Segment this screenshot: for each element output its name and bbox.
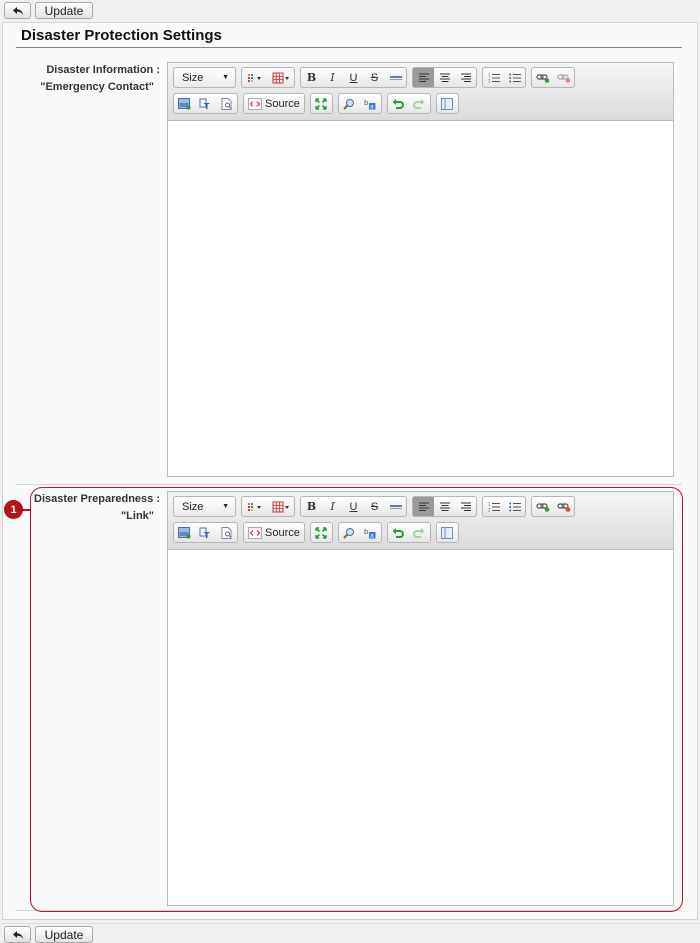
replace-icon[interactable]: ba [360,94,381,113]
editor-content-area[interactable] [168,121,673,476]
bold-icon[interactable]: B [301,68,322,87]
paste-text-icon[interactable]: T [195,94,216,113]
link-icon[interactable] [532,68,553,87]
align-center-icon[interactable] [434,68,455,87]
align-left-icon[interactable] [413,68,434,87]
svg-text:2: 2 [488,78,491,83]
svg-text:1: 1 [488,73,491,78]
svg-text:b: b [364,99,369,107]
table-icon[interactable] [268,68,294,87]
underline-icon[interactable]: U [343,68,364,87]
svg-text:T: T [204,102,210,110]
numbered-list-icon[interactable]: 12 [483,68,504,87]
editor-toolbar: Size ▼ B I U S 12 T Source b a [168,63,673,121]
italic-icon[interactable]: I [322,68,343,87]
svg-text:a: a [370,103,374,110]
back-arrow-icon [12,930,23,939]
back-arrow-icon [12,6,23,15]
top-action-bar: Update [0,0,700,20]
redo-icon[interactable] [409,94,430,113]
horizontal-rule-icon[interactable] [385,68,406,87]
maximize-icon[interactable] [311,94,332,113]
unlink-icon[interactable] [553,68,574,87]
update-button[interactable]: Update [35,926,93,943]
back-button[interactable] [4,926,31,943]
find-icon[interactable] [339,94,360,113]
editor-emergency-contact: Size ▼ B I U S 12 T Source b a [167,62,674,477]
back-button[interactable] [4,2,31,19]
source-icon [248,97,262,110]
font-size-dropdown[interactable]: Size ▼ [173,67,236,88]
preview-icon[interactable] [216,94,237,113]
source-button[interactable]: Source [244,94,304,113]
annotation-connector [22,509,31,511]
bottom-action-bar: Update [0,923,700,943]
undo-icon[interactable] [388,94,409,113]
bulleted-list-icon[interactable] [504,68,525,87]
strikethrough-icon[interactable]: S [364,68,385,87]
annotation-highlight-box [30,487,683,912]
align-right-icon[interactable] [455,68,476,87]
title-divider [16,47,682,48]
chevron-down-icon: ▼ [222,74,229,81]
page-title: Disaster Protection Settings [21,27,222,44]
update-button[interactable]: Update [35,2,93,19]
annotation-badge: 1 [4,500,23,519]
show-blocks-icon[interactable] [437,94,458,113]
field-label-emergency-contact: Disaster Information : "Emergency Contac… [40,64,160,93]
text-color-icon[interactable] [242,68,268,87]
image-icon[interactable] [174,94,195,113]
row-divider [16,484,682,485]
